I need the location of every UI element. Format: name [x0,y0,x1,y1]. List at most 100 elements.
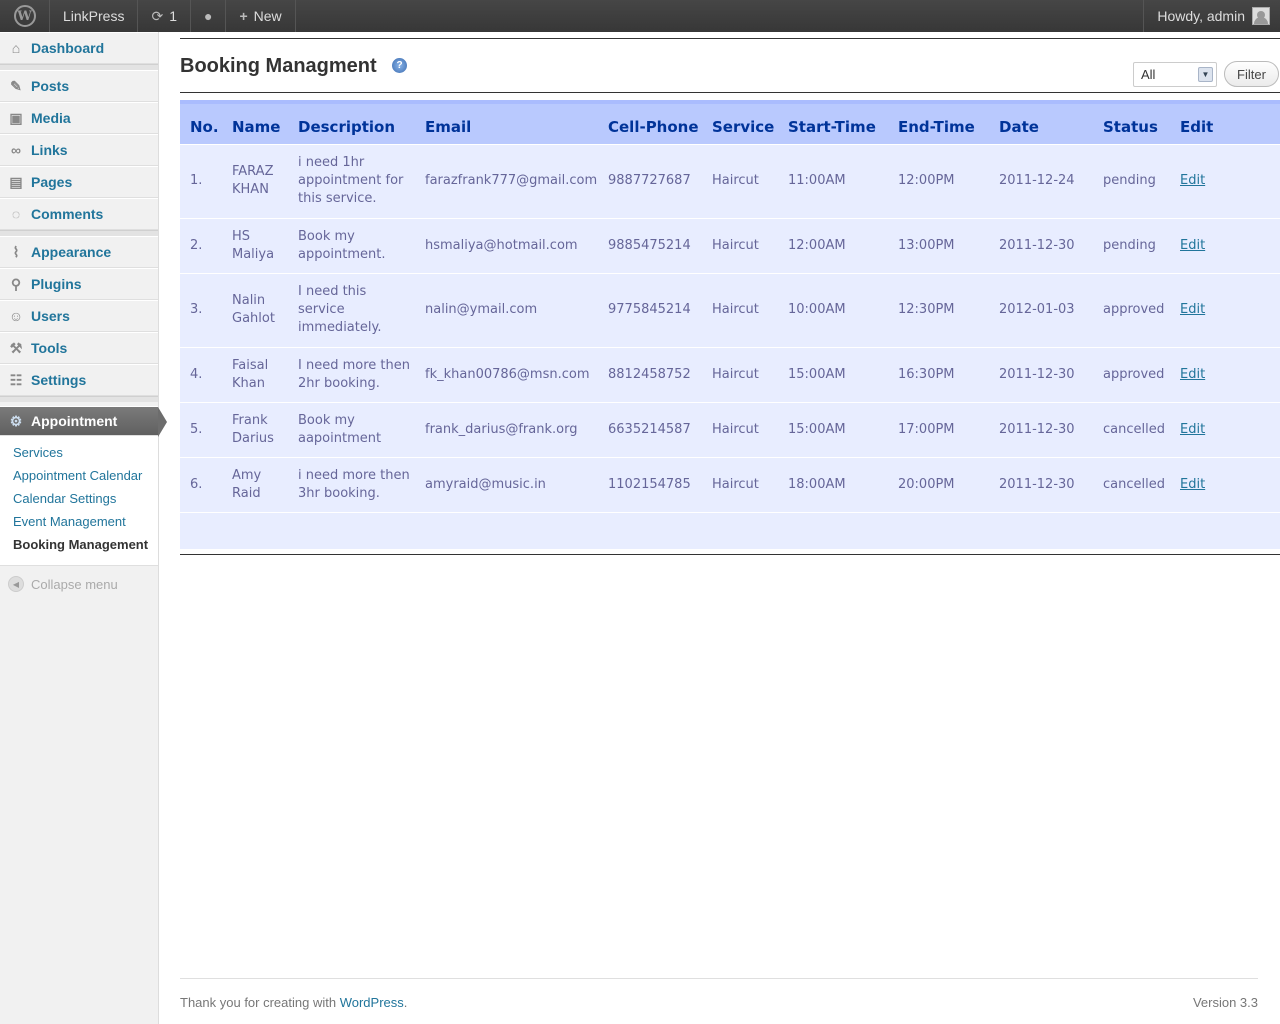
cell-no: 2. [180,217,222,273]
cell-edit: Edit [1170,272,1280,347]
wordpress-logo-menu[interactable]: W [0,0,50,32]
sidebar-item-posts[interactable]: ✎ Posts [0,70,158,102]
sidebar-item-label: Comments [31,206,104,222]
edit-link[interactable]: Edit [1180,422,1205,437]
cell-date: 2011-12-24 [989,143,1093,218]
submenu-calendar-settings[interactable]: Calendar Settings [0,488,158,511]
sidebar-item-label: Posts [31,78,70,94]
howdy-label: Howdy, admin [1157,8,1245,24]
submenu-appointment-calendar[interactable]: Appointment Calendar [0,465,158,488]
pages-icon: ▤ [9,173,23,190]
edit-link[interactable]: Edit [1180,173,1205,188]
column-header: End-Time [888,100,989,144]
sidebar-item-dashboard[interactable]: ⌂ Dashboard [0,32,158,64]
collapse-menu-button[interactable]: ◀ Collapse menu [0,566,158,602]
cell-no: 5. [180,401,222,457]
submenu-booking-management[interactable]: Booking Management [0,534,158,557]
my-account-link[interactable]: Howdy, admin [1143,0,1280,32]
dashboard-icon: ⌂ [11,40,21,56]
sidebar-item-label: Settings [31,372,87,388]
column-header: Date [989,100,1093,144]
cell-end-time: 16:30PM [888,346,989,402]
cell-phone: 9885475214 [598,217,702,273]
menu-separator [0,396,158,402]
cell-start-time: 15:00AM [778,346,888,402]
cell-email: nalin@ymail.com [415,272,598,347]
cell-phone: 9775845214 [598,272,702,347]
avatar [1252,7,1270,25]
filter-button[interactable]: Filter [1224,61,1279,87]
edit-link[interactable]: Edit [1180,477,1205,492]
sidebar-item-users[interactable]: ☺ Users [0,300,158,332]
new-content-link[interactable]: + New [226,0,296,32]
cell-no: 1. [180,143,222,218]
cell-end-time: 12:30PM [888,272,989,347]
table-row: 4. Faisal Khan I need more then 2hr book… [180,346,1280,402]
site-name-label: LinkPress [63,8,125,24]
sidebar-item-label: Appointment [31,413,118,429]
cell-phone: 1102154785 [598,456,702,512]
cell-name: FARAZ KHAN [222,143,288,218]
users-icon: ☺ [8,308,24,324]
wordpress-link[interactable]: WordPress [340,995,404,1010]
cell-end-time: 20:00PM [888,456,989,512]
cell-no: 4. [180,346,222,402]
sidebar-item-appearance[interactable]: ⌇ Appearance [0,236,158,268]
sidebar-item-appointment[interactable]: ⚙ Appointment [0,406,167,437]
column-header: Edit [1170,100,1280,144]
sidebar-item-label: Links [31,142,68,158]
collapse-menu-label: Collapse menu [31,576,118,592]
sidebar-item-links[interactable]: ∞ Links [0,134,158,166]
edit-link[interactable]: Edit [1180,367,1205,382]
submenu-services[interactable]: Services [0,442,158,465]
bookings-table-wrapper: No. Name Description Email Cell-Phone Se… [180,100,1280,549]
comments-link[interactable]: ● [191,0,227,32]
admin-bar-spacer [296,0,1144,32]
divider [180,554,1280,555]
sidebar-item-label: Appearance [31,244,112,260]
sidebar-item-comments[interactable]: ◌ Comments [0,198,158,230]
cell-date: 2012-01-03 [989,272,1093,347]
table-row: 5. Frank Darius Book my aapointment fran… [180,401,1280,457]
cell-date: 2011-12-30 [989,456,1093,512]
cell-description: i need more then 3hr booking. [288,456,415,512]
cell-email: frank_darius@frank.org [415,401,598,457]
cell-phone: 9887727687 [598,143,702,218]
footer-version: Version 3.3 [1192,995,1258,1010]
cell-description: Book my aapointment [288,401,415,457]
edit-link[interactable]: Edit [1180,238,1205,253]
sidebar-item-tools[interactable]: ⚒ Tools [0,332,158,364]
brush-icon: ⌇ [12,243,20,260]
cell-edit: Edit [1170,143,1280,218]
cell-no: 3. [180,272,222,347]
admin-bar: W LinkPress ⟳ 1 ● + New Howdy, admin [0,0,1280,32]
media-icon: ▣ [9,109,23,126]
status-filter-select[interactable]: All ▼ [1133,62,1217,87]
page-title: Booking Managment [180,55,377,77]
edit-link[interactable]: Edit [1180,302,1205,317]
sidebar-item-label: Pages [31,174,73,190]
sidebar-item-settings[interactable]: ☷ Settings [0,364,158,396]
sidebar-item-label: Media [31,110,71,126]
sidebar-item-plugins[interactable]: ⚲ Plugins [0,268,158,300]
updates-count: 1 [169,8,177,24]
cell-description: i need 1hr appointment for this service. [288,143,415,218]
pin-icon: ✎ [10,77,22,94]
table-row: 3. Nalin Gahlot I need this service imme… [180,272,1280,347]
cell-description: I need more then 2hr booking. [288,346,415,402]
sidebar-item-media[interactable]: ▣ Media [0,102,158,134]
help-icon[interactable]: ? [392,58,407,73]
sidebar-item-pages[interactable]: ▤ Pages [0,166,158,198]
cell-status: pending [1093,217,1170,273]
table-row: 2. HS Maliya Book my appointment. hsmali… [180,217,1280,273]
cell-status: cancelled [1093,456,1170,512]
cell-start-time: 15:00AM [778,401,888,457]
cell-date: 2011-12-30 [989,401,1093,457]
table-row: 6. Amy Raid i need more then 3hr booking… [180,456,1280,512]
updates-link[interactable]: ⟳ 1 [138,0,191,32]
submenu-event-management[interactable]: Event Management [0,511,158,534]
cell-date: 2011-12-30 [989,346,1093,402]
footer-thanks-suffix: . [403,995,408,1010]
site-name-link[interactable]: LinkPress [50,0,139,32]
cell-phone: 6635214587 [598,401,702,457]
